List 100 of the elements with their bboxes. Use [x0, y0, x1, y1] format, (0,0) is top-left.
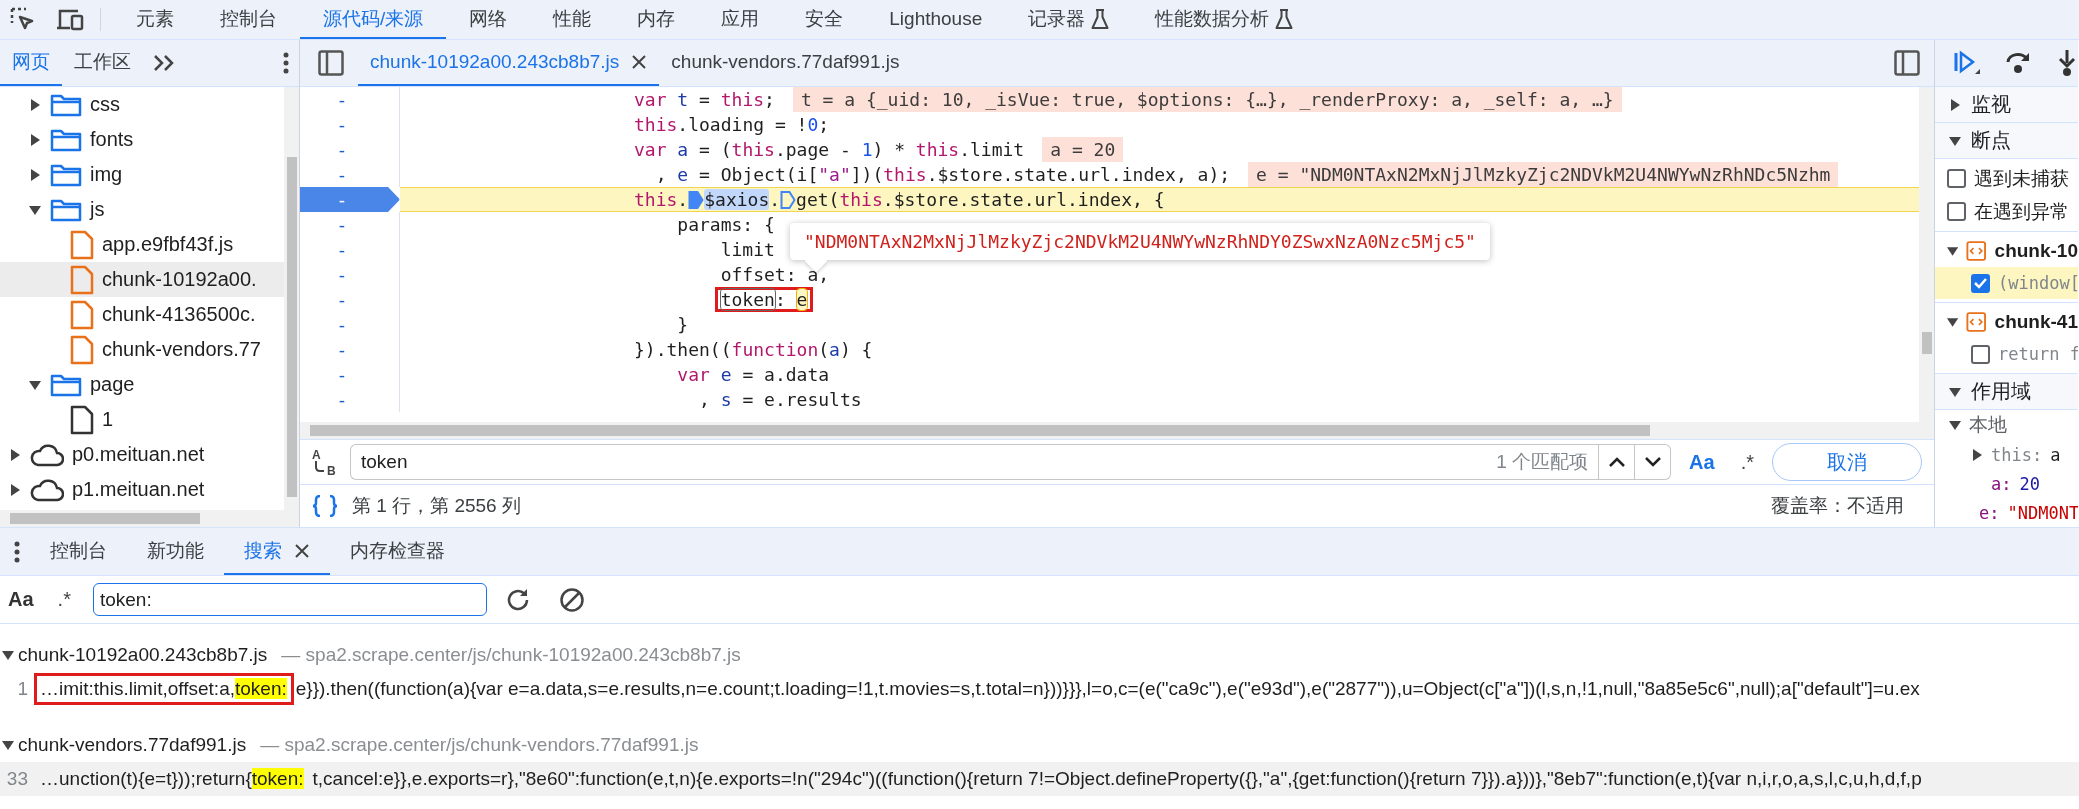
checkbox[interactable] [1971, 344, 1990, 364]
panel-tab[interactable]: 记录器 [1005, 0, 1133, 39]
pretty-print-icon[interactable] [312, 495, 338, 517]
panel-tab[interactable]: 安全 [782, 0, 867, 39]
tree-item[interactable]: chunk-4136500c. [0, 297, 284, 332]
breakpoint-item[interactable]: return f [1935, 338, 2078, 370]
scrollbar[interactable] [1919, 87, 1934, 422]
close-tab-icon[interactable] [294, 542, 310, 559]
scrollbar[interactable] [284, 87, 299, 510]
close-tab-icon[interactable] [631, 54, 648, 70]
triangle-right-icon[interactable] [1949, 98, 1961, 111]
folder-icon [50, 197, 82, 222]
file-icon [70, 404, 94, 435]
match-case-toggle[interactable]: Aa [1681, 450, 1723, 474]
line-number: 1 [16, 678, 29, 700]
triangle-right-icon[interactable] [29, 168, 41, 181]
panel-tab[interactable]: 性能 [530, 0, 615, 39]
checkbox-label: 在遇到异常 [1974, 199, 2069, 224]
triangle-right-icon[interactable] [29, 98, 41, 111]
triangle-down-icon[interactable] [29, 203, 41, 216]
result-file-header[interactable]: chunk-vendors.77daf991.js — spa2.scrape.center/js/chunk-vendors.77daf991.js [0, 728, 699, 762]
file-icon [70, 334, 94, 365]
file-icon [70, 229, 94, 260]
file-tab[interactable]: chunk-10192a00.243cb8b7.js [358, 40, 660, 86]
panel-tab[interactable]: 控制台 [197, 0, 300, 39]
triangle-down-icon[interactable] [1947, 245, 1959, 257]
triangle-down-icon[interactable] [2, 649, 14, 661]
tree-item[interactable]: img [0, 157, 284, 192]
scrollbar-thumb[interactable] [10, 513, 200, 524]
checkbox[interactable] [1971, 273, 1990, 293]
triangle-down-icon[interactable] [1949, 134, 1961, 147]
triangle-down-icon[interactable] [1949, 385, 1961, 398]
panel-tab[interactable]: 网络 [446, 0, 531, 39]
checkbox[interactable] [1947, 202, 1966, 221]
panel-tab[interactable]: 元素 [113, 0, 197, 39]
breakpoint-marker-icon[interactable] [780, 189, 797, 210]
sidebar-toggle-icon[interactable] [318, 50, 344, 76]
tree-item[interactable]: chunk-vendors.77 [0, 332, 284, 367]
panel-tab[interactable]: 内存 [614, 0, 699, 39]
triangle-right-icon[interactable] [9, 448, 21, 461]
triangle-right-icon[interactable] [29, 133, 41, 146]
code-text: } [677, 314, 689, 335]
search-field[interactable]: token: [92, 583, 487, 616]
triangle-down-icon[interactable] [1949, 419, 1961, 431]
code-text: var a = (this.page - 1) * this.limit [634, 139, 1025, 160]
section-header[interactable]: 监视 [1935, 87, 2078, 123]
more-options-icon[interactable] [283, 52, 289, 74]
triangle-right-icon[interactable] [9, 483, 21, 496]
scrollbar-thumb[interactable] [286, 157, 297, 497]
scrollbar-thumb[interactable] [1921, 332, 1932, 354]
tree-item[interactable]: fonts [0, 122, 284, 157]
scrollbar-thumb[interactable] [310, 425, 1650, 436]
result-row[interactable] [0, 762, 2079, 796]
code-text: limit [720, 239, 775, 260]
section-header[interactable]: 断点 [1935, 123, 2078, 159]
match-case-toggle[interactable]: Aa [0, 588, 42, 611]
result-file-header[interactable]: chunk-10192a00.243cb8b7.js — spa2.scrape.center/js/chunk-10192a00.243cb8b7.js [0, 638, 741, 672]
code-text: , e = Object(i["a"])(this.$store.state.url.index, a); [654, 164, 1231, 185]
panel-tab[interactable]: 性能数据分析 [1132, 0, 1317, 39]
section-header[interactable]: 作用域 [1935, 374, 2078, 410]
variable-value: "NDM0NT [2007, 502, 2078, 523]
navigator-tab[interactable]: 工作区 [62, 40, 143, 86]
checkbox[interactable] [1947, 169, 1966, 188]
folder-icon [50, 372, 82, 397]
tree-item[interactable]: chunk-10192a00. [0, 262, 284, 297]
script-file-icon [1966, 240, 1987, 262]
tree-item[interactable]: js [0, 192, 284, 227]
navigator-tab[interactable]: 网页 [0, 40, 62, 86]
tree-item[interactable]: 1 [0, 402, 284, 437]
panel-tab[interactable]: 应用 [698, 0, 783, 39]
scrollbar[interactable] [0, 510, 299, 527]
panel-tab[interactable]: Lighthouse [866, 0, 1006, 39]
code-text: params: { [677, 214, 775, 235]
triangle-down-icon[interactable] [1947, 316, 1959, 328]
script-file-icon [1966, 311, 1987, 333]
drawer-tab[interactable]: 控制台 [30, 528, 127, 575]
code-text: this. [634, 189, 689, 210]
drawer-tab[interactable]: 内存检查器 [330, 528, 465, 575]
cancel-button[interactable]: 取消 [1772, 443, 1922, 481]
code-text: }).then((function(a) { [634, 339, 873, 360]
tree-item[interactable]: p0.meituan.net [0, 437, 284, 472]
result-file-path: — spa2.scrape.center/js/chunk-10192a00.243cb8b7.js [281, 644, 741, 666]
drawer-tab[interactable]: 新功能 [127, 528, 224, 575]
triangle-down-icon[interactable] [2, 739, 14, 751]
file-tab[interactable]: chunk-vendors.77daf991.js [659, 40, 912, 86]
debugger-toggle-icon[interactable] [1894, 50, 1920, 76]
tree-item[interactable]: p1.meituan.net [0, 472, 284, 507]
tree-item[interactable]: page [0, 367, 284, 402]
more-options-icon[interactable] [14, 540, 20, 563]
triangle-right-icon[interactable] [1971, 448, 1983, 461]
regex-toggle[interactable]: .* [1732, 450, 1762, 474]
tree-item[interactable]: css [0, 87, 284, 122]
code-text: , s = e.results [698, 389, 862, 410]
tree-item[interactable]: app.e9fbf43f.js [0, 227, 284, 262]
scrollbar[interactable] [300, 422, 1934, 439]
regex-toggle[interactable]: .* [49, 588, 79, 611]
line-gutter-marker[interactable]: - [300, 187, 400, 212]
triangle-down-icon[interactable] [29, 378, 41, 391]
line-number: 33 [5, 768, 29, 790]
drawer-tab[interactable]: 搜索 [224, 528, 330, 575]
